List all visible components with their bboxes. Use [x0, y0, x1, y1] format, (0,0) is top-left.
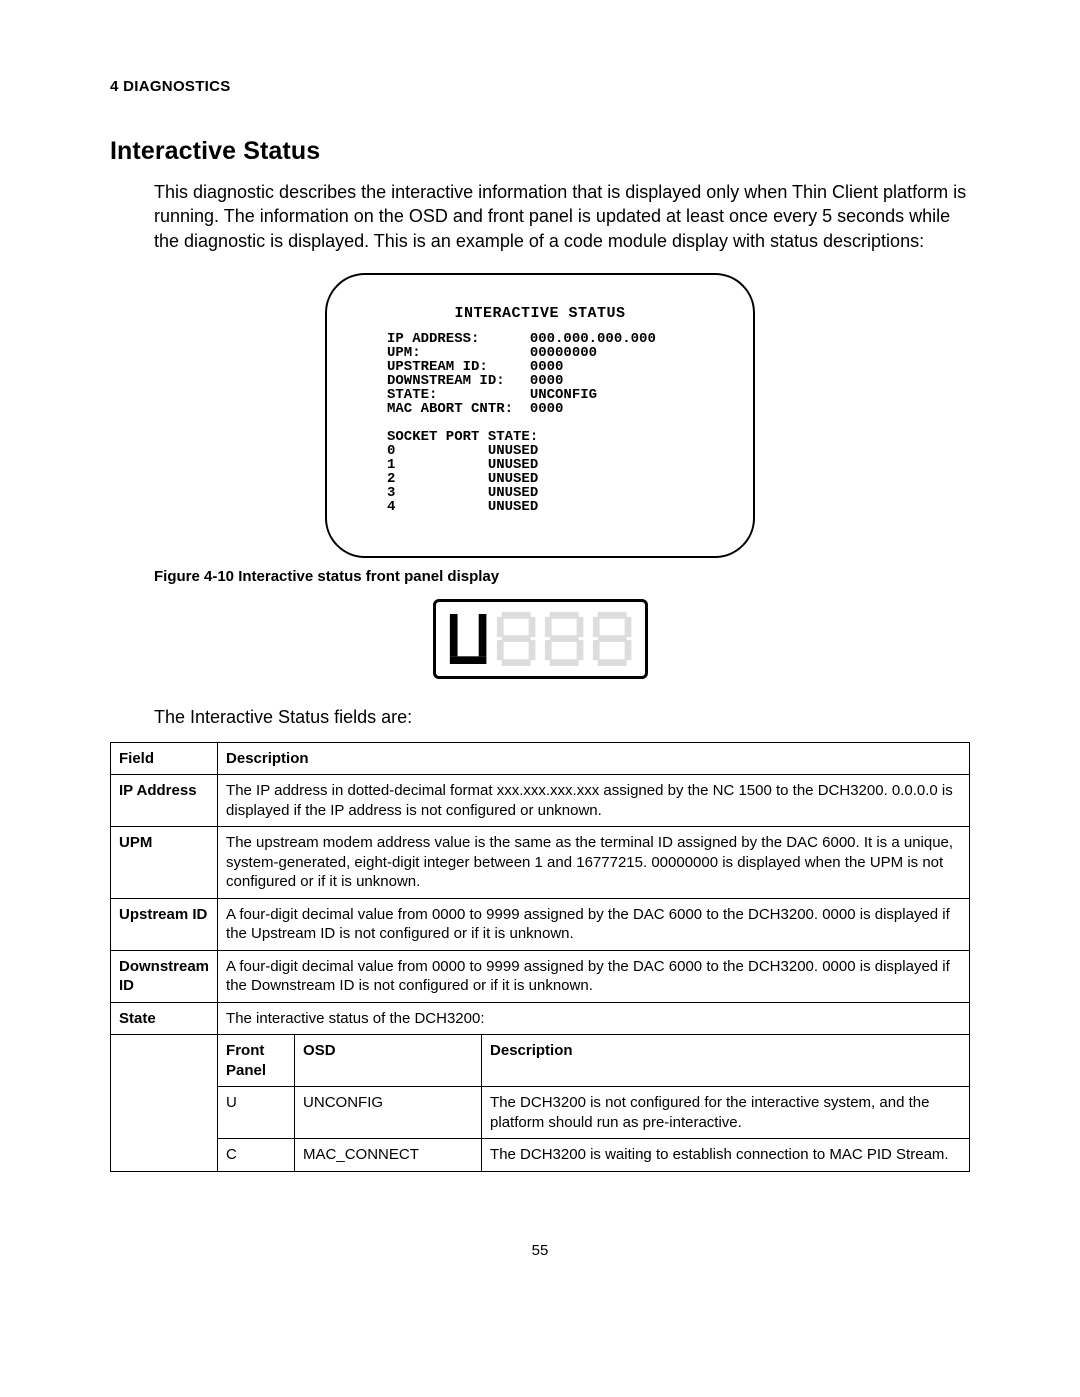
sub-row: C MAC_CONNECT The DCH3200 is waiting to …: [218, 1139, 969, 1171]
table-row: UPM The upstream modem address value is …: [111, 827, 970, 899]
page-title: Interactive Status: [110, 137, 970, 166]
sub-row: U UNCONFIG The DCH3200 is not configured…: [218, 1087, 969, 1139]
sub-th-osd: OSD: [295, 1035, 482, 1087]
sub-cell-desc: The DCH3200 is waiting to establish conn…: [482, 1139, 969, 1171]
cell-description: A four-digit decimal value from 0000 to …: [218, 898, 970, 950]
intro-paragraph: This diagnostic describes the interactiv…: [154, 180, 970, 253]
sub-cell-osd: MAC_CONNECT: [295, 1139, 482, 1171]
table-row: State The interactive status of the DCH3…: [111, 1002, 970, 1035]
fields-table: Field Description IP Address The IP addr…: [110, 742, 970, 1172]
table-row-state-sub: Front Panel OSD Description U UNCONFIG T…: [111, 1035, 970, 1172]
sub-th-frontpanel: Front Panel: [218, 1035, 295, 1087]
cell-field: Upstream ID: [111, 898, 218, 950]
th-field: Field: [111, 742, 218, 775]
cell-description: A four-digit decimal value from 0000 to …: [218, 950, 970, 1002]
sub-th-description: Description: [482, 1035, 969, 1087]
sub-cell-desc: The DCH3200 is not configured for the in…: [482, 1087, 969, 1139]
section-header: 4 DIAGNOSTICS: [110, 78, 970, 95]
seven-seg-blank: [494, 609, 538, 669]
cell-field-empty: [111, 1035, 218, 1172]
cell-field: Downstream ID: [111, 950, 218, 1002]
sub-header-row: Front Panel OSD Description: [218, 1035, 969, 1087]
sub-cell-fp: C: [218, 1139, 295, 1171]
seven-seg-blank: [542, 609, 586, 669]
sub-cell-fp: U: [218, 1087, 295, 1139]
figure-caption: Figure 4-10 Interactive status front pan…: [154, 568, 970, 585]
osd-title: INTERACTIVE STATUS: [357, 305, 723, 322]
cell-description: The upstream modem address value is the …: [218, 827, 970, 899]
cell-field: IP Address: [111, 775, 218, 827]
front-panel-display: [433, 599, 648, 679]
seven-seg-u: [446, 609, 490, 669]
cell-field: UPM: [111, 827, 218, 899]
osd-content: IP ADDRESS: 000.000.000.000 UPM: 0000000…: [387, 332, 723, 514]
table-header-row: Field Description: [111, 742, 970, 775]
fields-intro: The Interactive Status fields are:: [154, 707, 970, 728]
sub-cell-osd: UNCONFIG: [295, 1087, 482, 1139]
cell-field: State: [111, 1002, 218, 1035]
state-subtable: Front Panel OSD Description U UNCONFIG T…: [218, 1035, 969, 1171]
table-row: IP Address The IP address in dotted-deci…: [111, 775, 970, 827]
cell-description: The interactive status of the DCH3200:: [218, 1002, 970, 1035]
cell-description: The IP address in dotted-decimal format …: [218, 775, 970, 827]
table-row: Downstream ID A four-digit decimal value…: [111, 950, 970, 1002]
table-row: Upstream ID A four-digit decimal value f…: [111, 898, 970, 950]
th-description: Description: [218, 742, 970, 775]
page-number: 55: [110, 1242, 970, 1259]
osd-screen: INTERACTIVE STATUS IP ADDRESS: 000.000.0…: [325, 273, 755, 558]
seven-seg-blank: [590, 609, 634, 669]
cell-state-subtable: Front Panel OSD Description U UNCONFIG T…: [218, 1035, 970, 1172]
